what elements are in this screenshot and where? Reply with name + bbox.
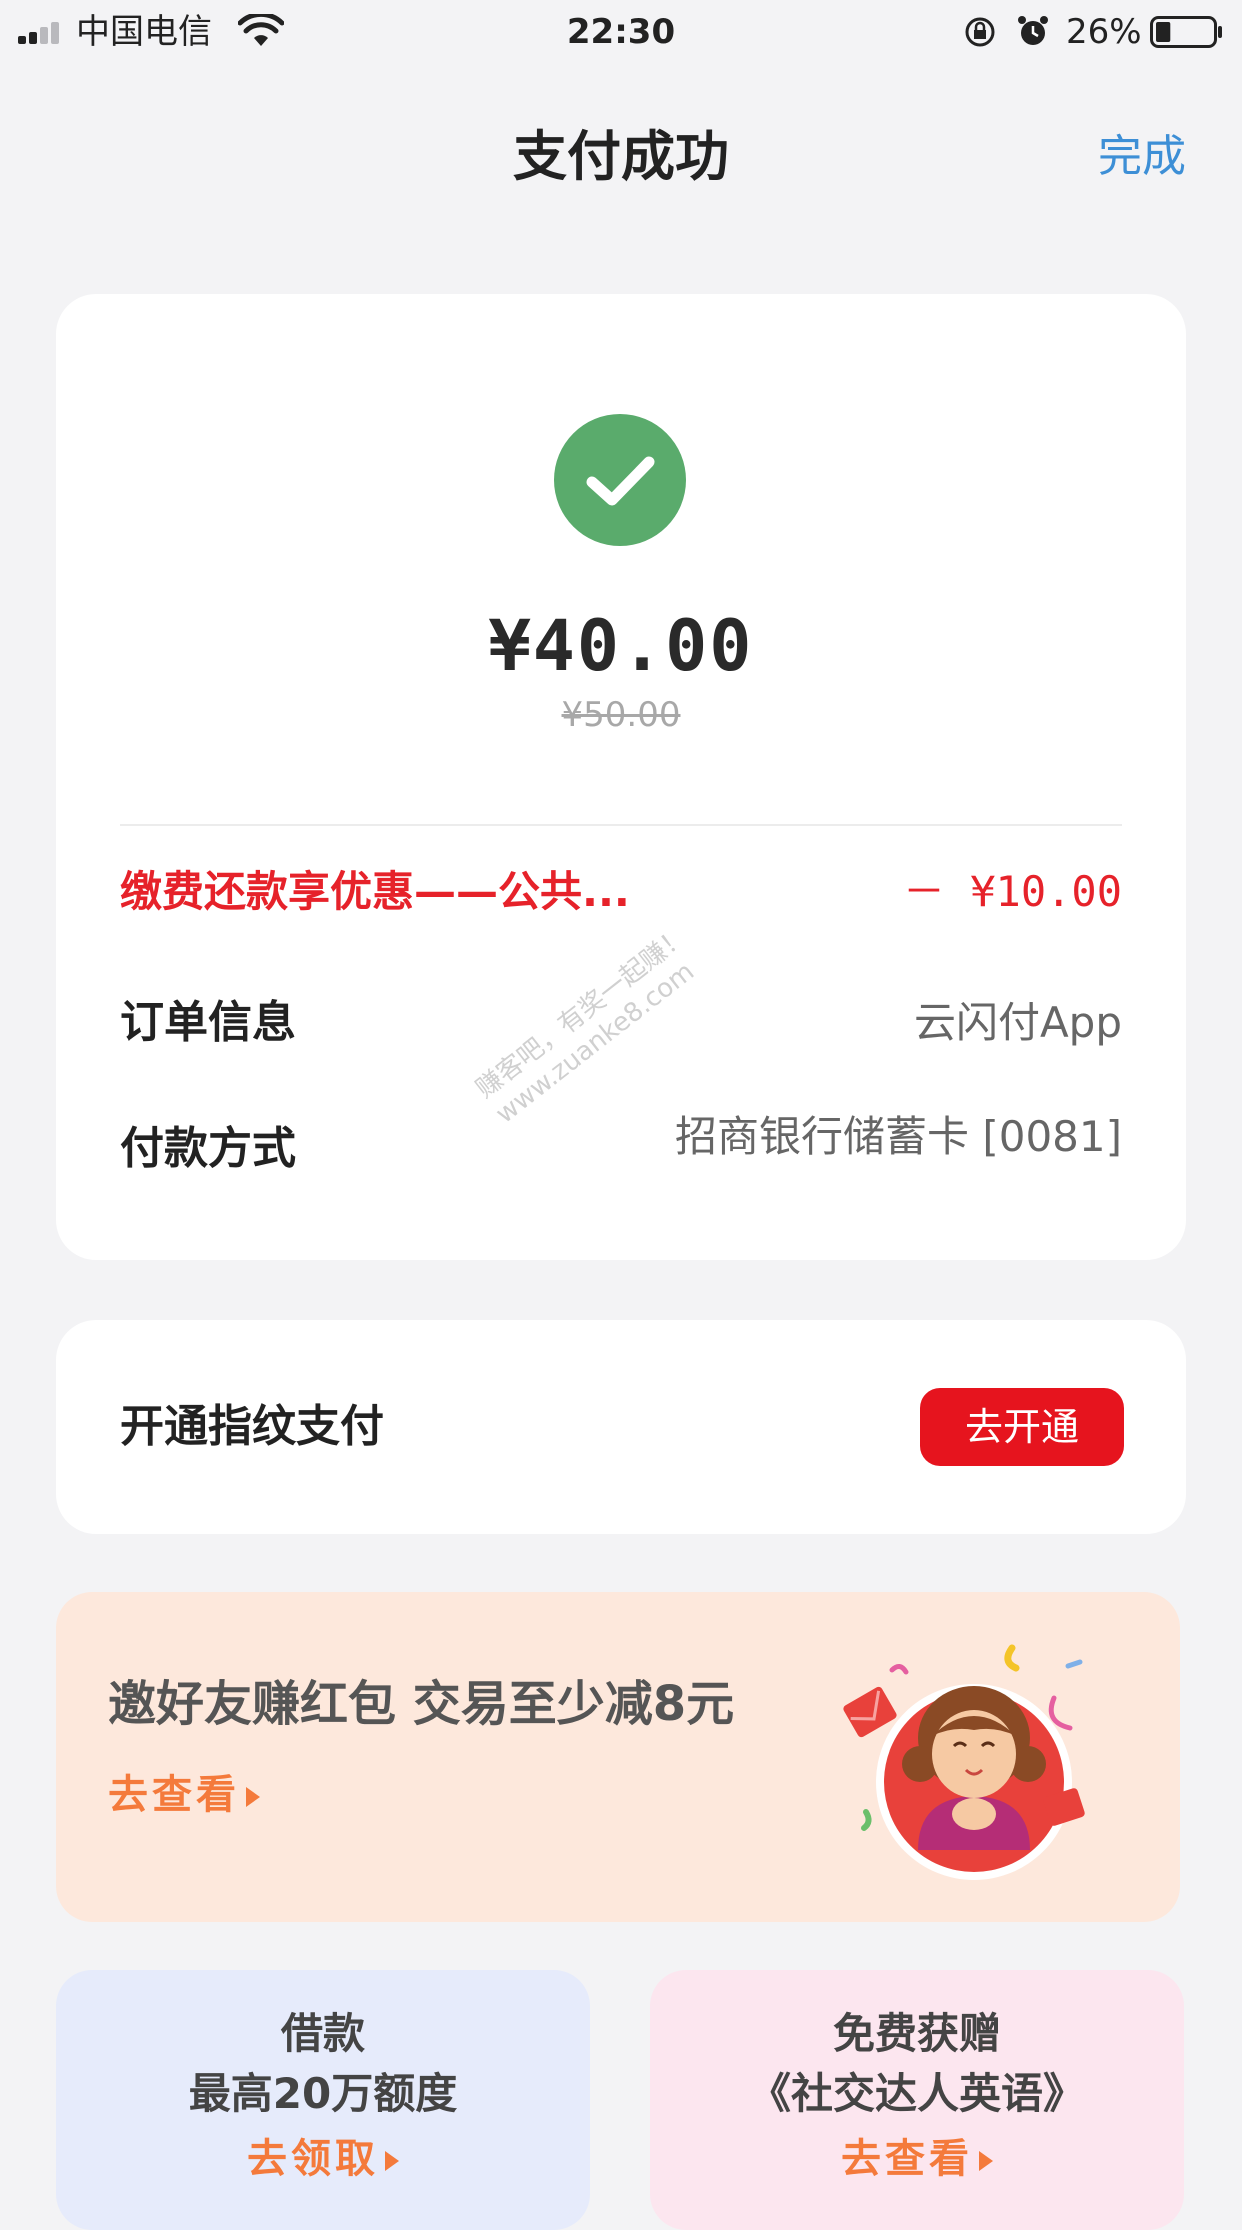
loan-tile[interactable]: 借款 最高20万额度 去领取 [56,1970,590,2230]
discount-value: － ¥10.00 [902,867,1122,916]
banner-view-link[interactable]: 去查看 [108,1768,260,1822]
paid-amount: ¥40.00 [488,605,754,687]
order-info-label: 订单信息 [120,997,296,1048]
order-info-value: 云闪付App [913,998,1122,1047]
divider [120,824,1122,826]
battery-percent: 26% [1066,12,1142,52]
tile-title: 免费获赠 [832,2009,1001,2058]
orientation-lock-icon [965,17,995,47]
alarm-icon [1018,16,1048,45]
done-button[interactable]: 完成 [1098,126,1186,188]
tile-subtitle: 《社交达人英语》 [748,2069,1085,2118]
play-arrow-icon [385,2151,399,2171]
play-arrow-icon [979,2151,993,2171]
payment-result-card: ¥40.00 ¥50.00 缴费还款享优惠——公共... － ¥10.00 订单… [56,294,1186,1260]
tile-subtitle: 最高20万额度 [188,2069,458,2118]
original-amount: ¥50.00 [561,695,681,735]
page-title: 支付成功 [513,125,729,188]
fingerprint-label: 开通指纹支付 [120,1401,384,1452]
tile-title: 借款 [280,2009,365,2058]
payment-method-value: 招商银行储蓄卡 [0081] [674,1112,1122,1161]
play-arrow-icon [246,1787,260,1807]
payment-method-label: 付款方式 [120,1123,296,1174]
banner-title: 邀好友赚红包 交易至少减8元 [108,1676,735,1732]
tile-claim-link[interactable]: 去领取 [56,2132,590,2186]
girl-red-envelope-illustration [843,1644,1085,1880]
clock: 22:30 [566,12,676,52]
english-course-tile[interactable]: 免费获赠 《社交达人英语》 去查看 [650,1970,1184,2230]
success-check-icon [554,414,686,546]
invite-promo-banner[interactable]: 邀好友赚红包 交易至少减8元 去查看 [56,1592,1180,1922]
status-bar: 中国电信 22:30 26% [0,0,1242,62]
fingerprint-card: 开通指纹支付 去开通 [56,1320,1186,1534]
tile-view-link[interactable]: 去查看 [650,2132,1184,2186]
check-icon [586,456,655,506]
discount-label[interactable]: 缴费还款享优惠——公共... [120,864,630,920]
enable-fingerprint-button[interactable]: 去开通 [920,1388,1124,1466]
battery-icon [1150,16,1222,48]
